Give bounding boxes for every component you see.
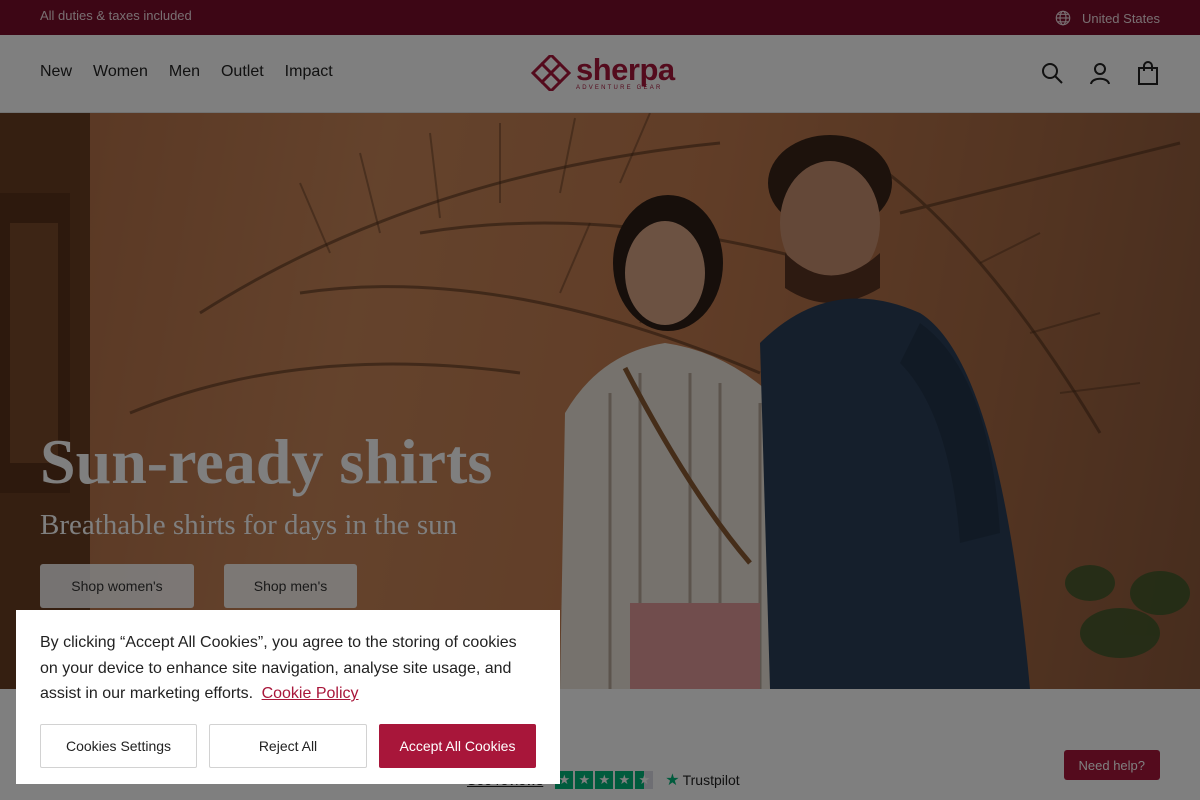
accept-all-cookies-button[interactable]: Accept All Cookies — [379, 724, 536, 768]
reject-all-button[interactable]: Reject All — [209, 724, 367, 768]
cookie-policy-link[interactable]: Cookie Policy — [262, 685, 359, 702]
cookie-consent-banner: By clicking “Accept All Cookies”, you ag… — [16, 610, 560, 784]
cookie-message-container: By clicking “Accept All Cookies”, you ag… — [40, 630, 536, 707]
cookies-settings-button[interactable]: Cookies Settings — [40, 724, 197, 768]
